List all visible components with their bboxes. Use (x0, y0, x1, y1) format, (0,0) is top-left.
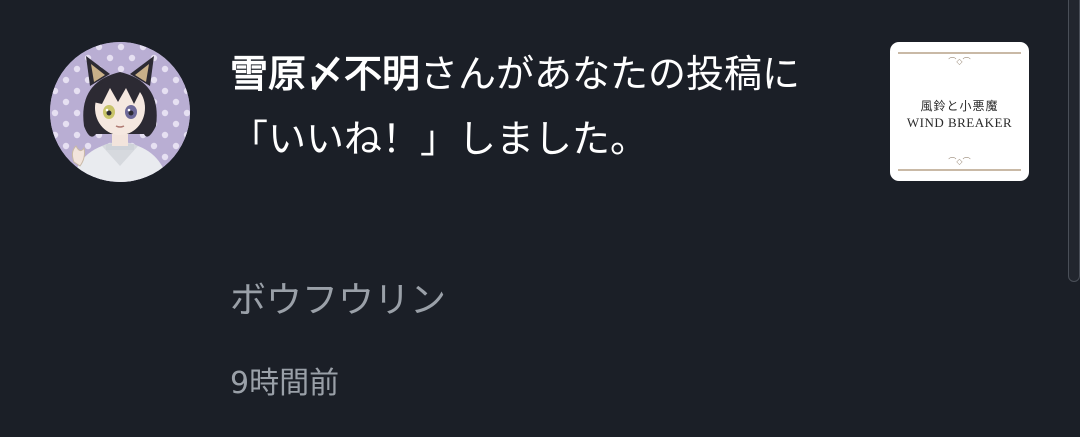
thumbnail-ornament-icon: ⌒◇⌒ (948, 57, 971, 66)
scrollbar-thumb[interactable] (1068, 0, 1080, 282)
user-avatar[interactable] (50, 42, 190, 182)
post-thumbnail[interactable]: ⌒◇⌒ 風鈴と小悪魔 WIND BREAKER ⌒◇⌒ (890, 42, 1029, 181)
scrollbar[interactable] (1068, 0, 1080, 437)
username[interactable]: 雪原〆不明 (230, 52, 420, 96)
thumbnail-bottom-rule (898, 169, 1021, 171)
thumbnail-title-jp: 風鈴と小悪魔 (920, 99, 999, 113)
like-notification[interactable]: 雪原〆不明さんがあなたの投稿に「いいね！」しました。 ボウフウリン 9時間前 ⌒… (0, 0, 1080, 437)
thumbnail-title-en: WIND BREAKER (906, 115, 1013, 130)
thumbnail-top-rule (898, 52, 1021, 54)
avatar-image (50, 42, 190, 182)
notification-message: 雪原〆不明さんがあなたの投稿に「いいね！」しました。 (230, 42, 830, 172)
timestamp: 9時間前 (230, 366, 340, 401)
post-title[interactable]: ボウフウリン (230, 276, 446, 326)
thumbnail-ornament-bottom-icon: ⌒◇⌒ (948, 157, 971, 166)
